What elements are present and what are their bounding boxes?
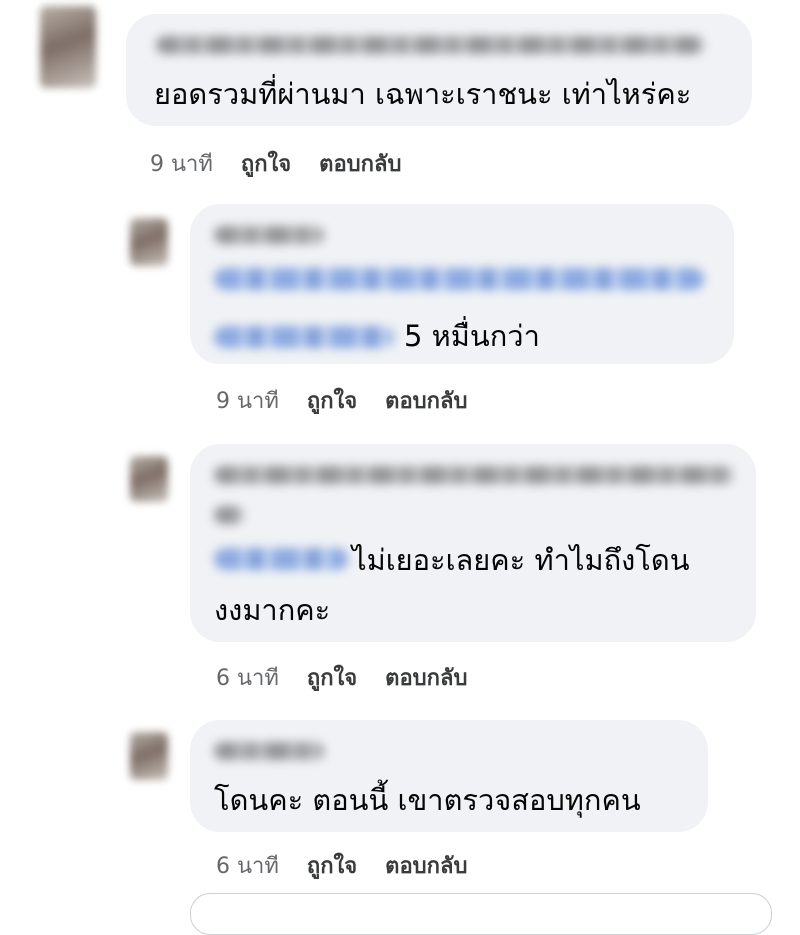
commenter-name-blurred[interactable] [214, 226, 324, 244]
comment-actions: 6 นาที ถูกใจ ตอบกลับ [216, 848, 467, 883]
reply-button[interactable]: ตอบกลับ [385, 848, 467, 883]
reply-input[interactable] [190, 893, 772, 935]
avatar[interactable] [130, 732, 168, 780]
like-button[interactable]: ถูกใจ [241, 146, 291, 181]
avatar[interactable] [40, 6, 96, 88]
comment-text: ไม่เยอะเลยคะ ทำไมถึงโดน [352, 543, 690, 577]
comment-time[interactable]: 9 นาที [150, 146, 213, 181]
comment-text: งงมากคะ [214, 593, 331, 627]
avatar[interactable] [130, 218, 168, 266]
mention-link-blurred[interactable] [214, 268, 704, 290]
mention-link-blurred[interactable] [214, 548, 348, 570]
comment-bubble: 5 หมื่นกว่า [190, 204, 734, 364]
comment-actions: 9 นาที ถูกใจ ตอบกลับ [216, 383, 467, 418]
like-button[interactable]: ถูกใจ [307, 848, 357, 883]
comment-time[interactable]: 9 นาที [216, 383, 279, 418]
avatar[interactable] [130, 456, 168, 502]
commenter-name-blurred[interactable] [214, 466, 734, 484]
commenter-name-blurred[interactable] [156, 36, 704, 54]
reply-button[interactable]: ตอบกลับ [319, 146, 401, 181]
mention-link-blurred[interactable] [214, 326, 394, 348]
comment-time[interactable]: 6 นาที [216, 848, 279, 883]
comment-text: 5 หมื่นกว่า [404, 319, 540, 353]
comment-time[interactable]: 6 นาที [216, 660, 279, 695]
like-button[interactable]: ถูกใจ [307, 383, 357, 418]
comment-bubble: ยอดรวมที่ผ่านมา เฉพาะเราชนะ เท่าไหร่คะ [126, 14, 752, 126]
commenter-name-blurred[interactable] [214, 742, 324, 760]
comment-text: ยอดรวมที่ผ่านมา เฉพาะเราชนะ เท่าไหร่คะ [154, 77, 692, 111]
reply-button[interactable]: ตอบกลับ [385, 383, 467, 418]
comment-text: โดนคะ ตอนนี้ เขาตรวจสอบทุกคน [214, 783, 641, 817]
comment-actions: 9 นาที ถูกใจ ตอบกลับ [150, 146, 401, 181]
like-button[interactable]: ถูกใจ [307, 660, 357, 695]
reply-button[interactable]: ตอบกลับ [385, 660, 467, 695]
comment-actions: 6 นาที ถูกใจ ตอบกลับ [216, 660, 467, 695]
commenter-name-blurred[interactable] [214, 506, 244, 524]
comment-bubble: โดนคะ ตอนนี้ เขาตรวจสอบทุกคน [190, 720, 708, 832]
comment-bubble: ไม่เยอะเลยคะ ทำไมถึงโดน งงมากคะ [190, 444, 756, 642]
